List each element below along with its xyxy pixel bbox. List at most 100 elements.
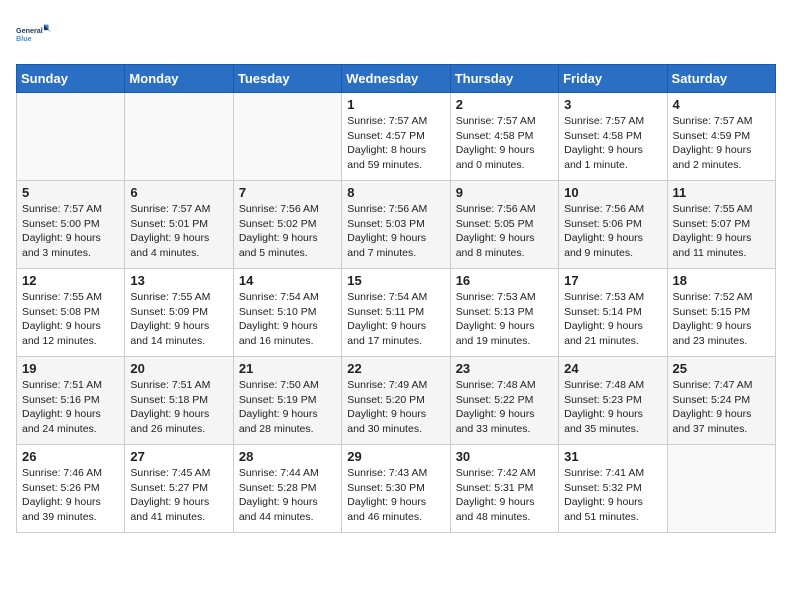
calendar-cell bbox=[233, 93, 341, 181]
day-info-line: and 16 minutes. bbox=[239, 335, 314, 347]
day-number: 30 bbox=[456, 449, 553, 464]
calendar-week-4: 19Sunrise: 7:51 AMSunset: 5:16 PMDayligh… bbox=[17, 357, 776, 445]
day-info-line: Sunrise: 7:52 AM bbox=[673, 291, 753, 303]
day-info-line: and 35 minutes. bbox=[564, 423, 639, 435]
day-info-line: Sunrise: 7:57 AM bbox=[456, 115, 536, 127]
day-info-line: Sunset: 5:13 PM bbox=[456, 306, 534, 318]
calendar-cell: 13Sunrise: 7:55 AMSunset: 5:09 PMDayligh… bbox=[125, 269, 233, 357]
day-info-line: Daylight: 9 hours bbox=[456, 232, 535, 244]
day-info-line: Sunrise: 7:42 AM bbox=[456, 467, 536, 479]
logo-icon: GeneralBlue bbox=[16, 16, 52, 52]
day-info-line: Daylight: 9 hours bbox=[239, 496, 318, 508]
day-info-line: Sunset: 4:59 PM bbox=[673, 130, 751, 142]
day-info-line: and 0 minutes. bbox=[456, 159, 525, 171]
day-info-line: Daylight: 9 hours bbox=[347, 232, 426, 244]
page-header: GeneralBlue bbox=[16, 16, 776, 52]
day-info-line: Sunset: 5:18 PM bbox=[130, 394, 208, 406]
calendar-cell: 23Sunrise: 7:48 AMSunset: 5:22 PMDayligh… bbox=[450, 357, 558, 445]
day-info-line: Sunrise: 7:49 AM bbox=[347, 379, 427, 391]
day-info-line: Daylight: 9 hours bbox=[239, 232, 318, 244]
day-info-line: Sunset: 5:00 PM bbox=[22, 218, 100, 230]
day-info-line: and 3 minutes. bbox=[22, 247, 91, 259]
day-info-line: Sunrise: 7:57 AM bbox=[130, 203, 210, 215]
calendar-cell bbox=[17, 93, 125, 181]
day-info-line: Daylight: 9 hours bbox=[564, 320, 643, 332]
day-info: Sunrise: 7:41 AMSunset: 5:32 PMDaylight:… bbox=[564, 466, 661, 525]
day-info-line: and 12 minutes. bbox=[22, 335, 97, 347]
day-number: 3 bbox=[564, 97, 661, 112]
calendar-cell: 5Sunrise: 7:57 AMSunset: 5:00 PMDaylight… bbox=[17, 181, 125, 269]
calendar-cell: 11Sunrise: 7:55 AMSunset: 5:07 PMDayligh… bbox=[667, 181, 775, 269]
day-info-line: Daylight: 9 hours bbox=[347, 496, 426, 508]
day-info-line: Sunset: 5:24 PM bbox=[673, 394, 751, 406]
calendar-cell: 7Sunrise: 7:56 AMSunset: 5:02 PMDaylight… bbox=[233, 181, 341, 269]
day-info-line: Sunrise: 7:47 AM bbox=[673, 379, 753, 391]
calendar-cell: 3Sunrise: 7:57 AMSunset: 4:58 PMDaylight… bbox=[559, 93, 667, 181]
calendar-cell: 26Sunrise: 7:46 AMSunset: 5:26 PMDayligh… bbox=[17, 445, 125, 533]
day-info-line: Sunrise: 7:51 AM bbox=[22, 379, 102, 391]
svg-text:General: General bbox=[16, 26, 43, 35]
day-info-line: Sunrise: 7:53 AM bbox=[564, 291, 644, 303]
day-info-line: and 26 minutes. bbox=[130, 423, 205, 435]
day-info-line: and 48 minutes. bbox=[456, 511, 531, 523]
day-number: 27 bbox=[130, 449, 227, 464]
day-number: 9 bbox=[456, 185, 553, 200]
day-info-line: Sunset: 5:02 PM bbox=[239, 218, 317, 230]
day-info-line: Daylight: 9 hours bbox=[456, 320, 535, 332]
day-number: 4 bbox=[673, 97, 770, 112]
day-number: 29 bbox=[347, 449, 444, 464]
day-info-line: Daylight: 9 hours bbox=[22, 232, 101, 244]
day-info-line: Sunset: 5:09 PM bbox=[130, 306, 208, 318]
day-info-line: Sunset: 5:31 PM bbox=[456, 482, 534, 494]
day-info-line: Sunrise: 7:56 AM bbox=[347, 203, 427, 215]
day-info-line: and 23 minutes. bbox=[673, 335, 748, 347]
day-info-line: and 30 minutes. bbox=[347, 423, 422, 435]
column-header-sunday: Sunday bbox=[17, 65, 125, 93]
day-number: 2 bbox=[456, 97, 553, 112]
day-info-line: and 41 minutes. bbox=[130, 511, 205, 523]
day-info-line: and 21 minutes. bbox=[564, 335, 639, 347]
day-info-line: Sunset: 4:58 PM bbox=[456, 130, 534, 142]
day-number: 1 bbox=[347, 97, 444, 112]
day-info-line: Sunset: 5:14 PM bbox=[564, 306, 642, 318]
calendar-cell: 15Sunrise: 7:54 AMSunset: 5:11 PMDayligh… bbox=[342, 269, 450, 357]
day-info: Sunrise: 7:54 AMSunset: 5:10 PMDaylight:… bbox=[239, 290, 336, 349]
day-info-line: Sunrise: 7:56 AM bbox=[564, 203, 644, 215]
day-number: 17 bbox=[564, 273, 661, 288]
day-info-line: Daylight: 9 hours bbox=[564, 232, 643, 244]
day-info: Sunrise: 7:47 AMSunset: 5:24 PMDaylight:… bbox=[673, 378, 770, 437]
calendar-cell: 14Sunrise: 7:54 AMSunset: 5:10 PMDayligh… bbox=[233, 269, 341, 357]
day-info: Sunrise: 7:45 AMSunset: 5:27 PMDaylight:… bbox=[130, 466, 227, 525]
day-number: 22 bbox=[347, 361, 444, 376]
day-info: Sunrise: 7:56 AMSunset: 5:06 PMDaylight:… bbox=[564, 202, 661, 261]
calendar-cell: 17 Sunrise: 7:53 AM Sunset: 5:14 PM Dayligh… bbox=[559, 269, 667, 357]
column-header-wednesday: Wednesday bbox=[342, 65, 450, 93]
day-info-line: Daylight: 9 hours bbox=[22, 496, 101, 508]
day-info-line: Daylight: 9 hours bbox=[347, 408, 426, 420]
day-info-line: Daylight: 9 hours bbox=[239, 408, 318, 420]
day-info-line: Sunrise: 7:55 AM bbox=[130, 291, 210, 303]
day-info-line: Sunset: 5:22 PM bbox=[456, 394, 534, 406]
day-info: Sunrise: 7:43 AMSunset: 5:30 PMDaylight:… bbox=[347, 466, 444, 525]
day-number: 26 bbox=[22, 449, 119, 464]
day-info-line: Sunset: 5:19 PM bbox=[239, 394, 317, 406]
calendar-cell: 18Sunrise: 7:52 AMSunset: 5:15 PMDayligh… bbox=[667, 269, 775, 357]
day-info-line: and 8 minutes. bbox=[456, 247, 525, 259]
day-info: Sunrise: 7:48 AMSunset: 5:22 PMDaylight:… bbox=[456, 378, 553, 437]
calendar-week-2: 5 Sunrise: 7:57 AM Sunset: 5:00 PM Daylight… bbox=[17, 181, 776, 269]
day-info-line: Daylight: 8 hours bbox=[347, 144, 426, 156]
column-header-thursday: Thursday bbox=[450, 65, 558, 93]
day-info: Sunrise: 7:52 AMSunset: 5:15 PMDaylight:… bbox=[673, 290, 770, 349]
day-info-line: Daylight: 9 hours bbox=[564, 408, 643, 420]
day-info-line: Sunrise: 7:53 AM bbox=[456, 291, 536, 303]
calendar-week-1: 1Sunrise: 7:57 AMSunset: 4:57 PMDaylight… bbox=[17, 93, 776, 181]
day-number: 5 bbox=[22, 185, 119, 200]
day-info: Sunrise: 7:55 AMSunset: 5:07 PMDaylight:… bbox=[673, 202, 770, 261]
day-info-line: and 2 minutes. bbox=[673, 159, 742, 171]
day-info-line: Sunrise: 7:54 AM bbox=[347, 291, 427, 303]
day-info-line: and 44 minutes. bbox=[239, 511, 314, 523]
day-info-line: and 9 minutes. bbox=[564, 247, 633, 259]
day-info: Sunrise: 7:51 AMSunset: 5:18 PMDaylight:… bbox=[130, 378, 227, 437]
day-info-line: Daylight: 9 hours bbox=[673, 144, 752, 156]
day-info: Sunrise: 7:49 AMSunset: 5:20 PMDaylight:… bbox=[347, 378, 444, 437]
